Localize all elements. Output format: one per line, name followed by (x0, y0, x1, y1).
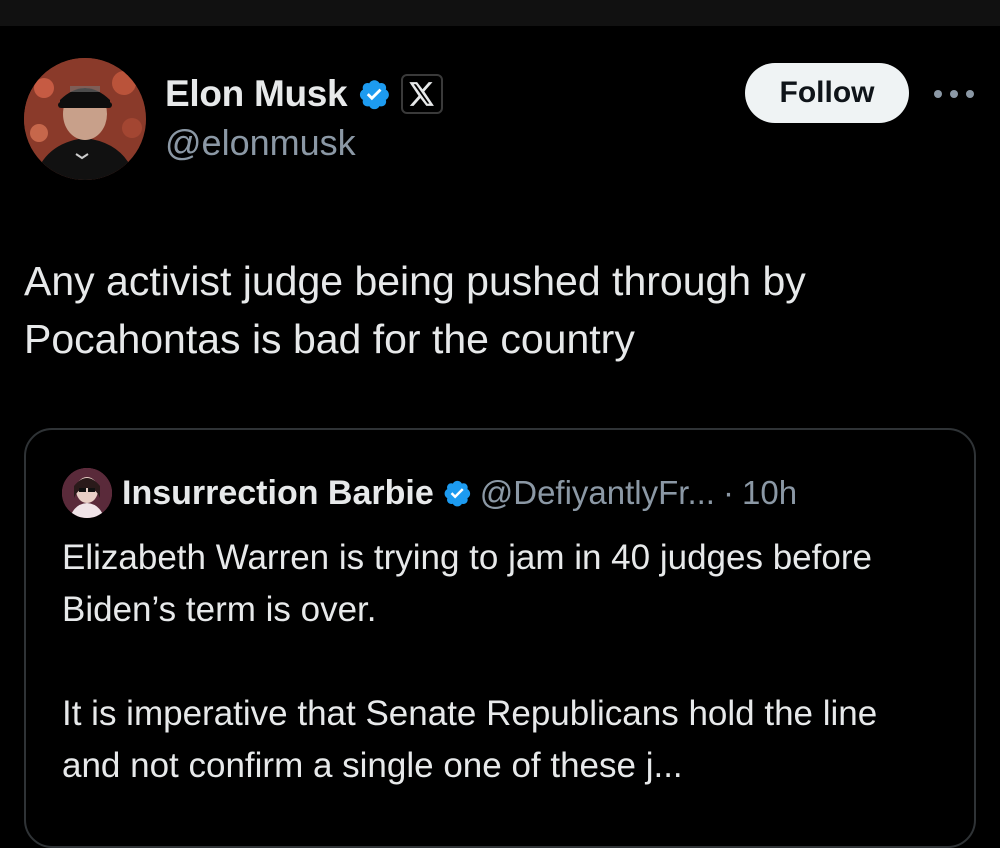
quoted-tweet-paragraph: It is imperative that Senate Republicans… (62, 694, 878, 785)
more-horizontal-icon[interactable] (934, 84, 974, 104)
dot (934, 90, 942, 98)
quoted-tweet-header: Insurrection Barbie @DefiyantlyFr... · 1… (122, 468, 797, 518)
quoted-tweet-timestamp[interactable]: 10h (742, 474, 797, 512)
verified-badge-icon[interactable] (357, 77, 391, 111)
quoted-author-avatar[interactable] (62, 468, 112, 518)
quoted-tweet-card[interactable]: Insurrection Barbie @DefiyantlyFr... · 1… (24, 428, 976, 848)
quoted-author-handle[interactable]: @DefiyantlyFr... (480, 474, 715, 512)
verified-badge-icon (442, 478, 472, 508)
quoted-tweet-text: Elizabeth Warren is trying to jam in 40 … (62, 532, 942, 792)
x-logo-icon[interactable] (401, 74, 444, 114)
dot (950, 90, 958, 98)
quoted-author-name[interactable]: Insurrection Barbie (122, 474, 434, 513)
separator-dot: · (722, 474, 734, 511)
tweet-header: Elon Musk @elonmusk Follow (0, 26, 1000, 206)
author-avatar[interactable] (24, 58, 146, 180)
dot (966, 90, 974, 98)
author-name-row: Elon Musk (165, 70, 444, 118)
follow-button[interactable]: Follow (745, 63, 909, 123)
status-bar (0, 0, 1000, 26)
tweet-text: Any activist judge being pushed through … (24, 258, 806, 362)
author-display-name[interactable]: Elon Musk (165, 73, 348, 115)
author-handle[interactable]: @elonmusk (165, 122, 356, 164)
quoted-tweet-paragraph: Elizabeth Warren is trying to jam in 40 … (62, 538, 872, 629)
